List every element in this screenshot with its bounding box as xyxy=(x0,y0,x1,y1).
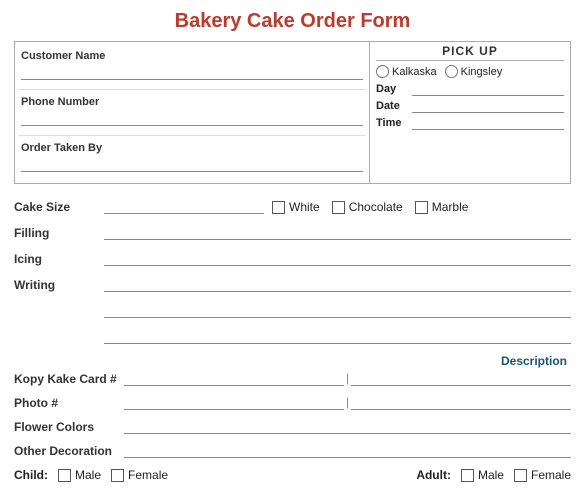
order-taken-input[interactable] xyxy=(21,156,363,172)
extra-input-1[interactable] xyxy=(104,302,571,318)
adult-label: Adult: xyxy=(416,468,451,482)
day-input[interactable] xyxy=(412,82,564,96)
customer-name-row: Customer Name xyxy=(19,44,365,90)
photo-input-right[interactable] xyxy=(351,394,571,410)
child-label: Child: xyxy=(14,468,48,482)
kopy-kake-row: Kopy Kake Card # | xyxy=(14,370,571,386)
writing-label: Writing xyxy=(14,278,104,292)
chocolate-checkbox[interactable] xyxy=(332,201,345,214)
date-input[interactable] xyxy=(412,99,564,113)
kopy-kake-input-left[interactable] xyxy=(124,370,344,386)
child-female-item[interactable]: Female xyxy=(111,468,168,482)
adult-female-checkbox[interactable] xyxy=(514,469,527,482)
marble-checkbox-item[interactable]: Marble xyxy=(415,200,469,214)
customer-name-input[interactable] xyxy=(21,64,363,80)
kingsley-radio[interactable] xyxy=(445,65,458,78)
adult-male-label: Male xyxy=(478,468,504,482)
chocolate-checkbox-item[interactable]: Chocolate xyxy=(332,200,403,214)
photo-divider: | xyxy=(344,395,351,410)
kopy-kake-label: Kopy Kake Card # xyxy=(14,372,124,386)
flower-colors-row: Flower Colors xyxy=(14,418,571,434)
flower-colors-input[interactable] xyxy=(124,418,571,434)
photo-label: Photo # xyxy=(14,396,124,410)
date-row: Date xyxy=(376,99,564,113)
customer-name-label: Customer Name xyxy=(21,50,363,62)
icing-row: Icing xyxy=(14,250,571,266)
marble-label: Marble xyxy=(432,200,469,214)
order-taken-label: Order Taken By xyxy=(21,142,363,154)
time-input[interactable] xyxy=(412,116,564,130)
other-decoration-input[interactable] xyxy=(124,442,571,458)
kingsley-radio-group[interactable]: Kingsley xyxy=(445,65,503,78)
adult-male-checkbox[interactable] xyxy=(461,469,474,482)
order-taken-row: Order Taken By xyxy=(19,136,365,181)
child-female-label: Female xyxy=(128,468,168,482)
location-radio-row: Kalkaska Kingsley xyxy=(376,65,564,78)
icing-label: Icing xyxy=(14,252,104,266)
cake-size-label: Cake Size xyxy=(14,200,104,214)
bottom-section: Child: Male Female Adult: Male Female xyxy=(14,468,571,482)
chocolate-label: Chocolate xyxy=(349,200,403,214)
adult-male-item[interactable]: Male xyxy=(461,468,504,482)
photo-row: Photo # | xyxy=(14,394,571,410)
cake-size-row: Cake Size White Chocolate Marble xyxy=(14,198,571,214)
pickup-header: PICK UP xyxy=(376,44,564,61)
filling-label: Filling xyxy=(14,226,104,240)
other-decoration-row: Other Decoration xyxy=(14,442,571,458)
kingsley-label: Kingsley xyxy=(461,66,503,78)
kopy-kake-divider: | xyxy=(344,371,351,386)
white-label: White xyxy=(289,200,320,214)
day-row: Day xyxy=(376,82,564,96)
flower-colors-label: Flower Colors xyxy=(14,420,124,434)
date-label: Date xyxy=(376,100,408,112)
filling-input[interactable] xyxy=(104,224,571,240)
page-title: Bakery Cake Order Form xyxy=(14,10,571,33)
cake-size-input[interactable] xyxy=(104,198,264,214)
extra-input-2[interactable] xyxy=(104,328,571,344)
kalkaska-label: Kalkaska xyxy=(392,66,437,78)
day-label: Day xyxy=(376,83,408,95)
customer-info-section: Customer Name Phone Number Order Taken B… xyxy=(15,42,370,183)
time-label: Time xyxy=(376,117,408,129)
writing-input[interactable] xyxy=(104,276,571,292)
extra-line-2 xyxy=(14,328,571,344)
time-row: Time xyxy=(376,116,564,130)
phone-number-input[interactable] xyxy=(21,110,363,126)
kopy-kake-input-right[interactable] xyxy=(351,370,571,386)
child-male-item[interactable]: Male xyxy=(58,468,101,482)
child-female-checkbox[interactable] xyxy=(111,469,124,482)
white-checkbox[interactable] xyxy=(272,201,285,214)
cake-type-group: White Chocolate Marble xyxy=(272,200,468,214)
kalkaska-radio[interactable] xyxy=(376,65,389,78)
child-male-checkbox[interactable] xyxy=(58,469,71,482)
writing-row: Writing xyxy=(14,276,571,292)
other-decoration-label: Other Decoration xyxy=(14,444,124,458)
photo-input-left[interactable] xyxy=(124,394,344,410)
phone-number-label: Phone Number xyxy=(21,96,363,108)
pickup-section: PICK UP Kalkaska Kingsley Day Date Time xyxy=(370,42,570,183)
adult-female-label: Female xyxy=(531,468,571,482)
pickup-date-time: Day Date Time xyxy=(376,82,564,130)
kalkaska-radio-group[interactable]: Kalkaska xyxy=(376,65,437,78)
white-checkbox-item[interactable]: White xyxy=(272,200,320,214)
top-section: Customer Name Phone Number Order Taken B… xyxy=(14,41,571,184)
extra-line-1 xyxy=(14,302,571,318)
adult-female-item[interactable]: Female xyxy=(514,468,571,482)
main-form: Cake Size White Chocolate Marble Filling… xyxy=(14,198,571,344)
filling-row: Filling xyxy=(14,224,571,240)
description-section: Description Kopy Kake Card # | Photo # |… xyxy=(14,354,571,458)
description-header: Description xyxy=(14,354,571,368)
icing-input[interactable] xyxy=(104,250,571,266)
child-male-label: Male xyxy=(75,468,101,482)
marble-checkbox[interactable] xyxy=(415,201,428,214)
phone-number-row: Phone Number xyxy=(19,90,365,136)
